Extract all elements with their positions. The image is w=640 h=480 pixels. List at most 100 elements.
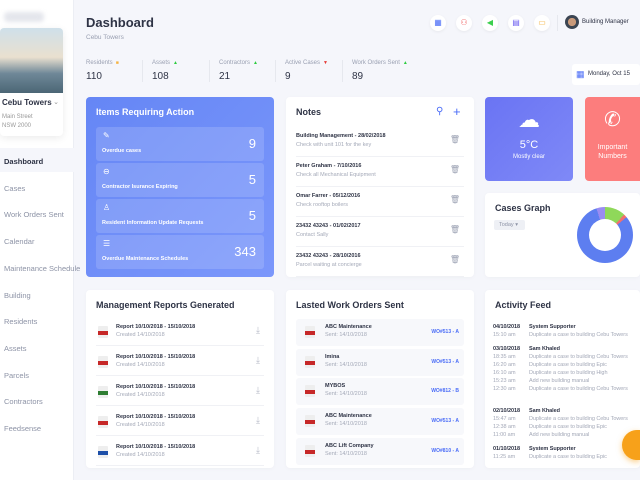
sidebar-item-contractors[interactable]: Contractors — [4, 397, 43, 406]
report-item[interactable]: Report 10/10/2018 - 15/10/2018 Created 14… — [96, 349, 264, 376]
work-order-name: ABC Maintenance — [325, 324, 372, 330]
trash-icon[interactable]: 🗑︎ — [450, 135, 460, 144]
building-name: Cebu Towers — [2, 98, 52, 107]
report-created: Created 14/10/2018 — [116, 392, 165, 398]
building-selector[interactable]: Cebu Towers ⌄ Main Street NSW 2000 — [0, 28, 63, 136]
download-icon[interactable]: ⤓ — [256, 355, 260, 366]
period-dropdown[interactable]: Today ▾ — [494, 220, 525, 230]
work-order-name: MYBOS — [325, 383, 346, 390]
action-item[interactable]: ☰ Overdue Maintenance Schedules 343 — [96, 235, 264, 269]
work-order-name: Imina — [325, 353, 340, 360]
cloud-moon-icon: ☁ — [518, 107, 540, 132]
work-order-item[interactable]: ABC Maintenance Sent: 14/10/2018 WO#513 - … — [296, 319, 464, 346]
note-item[interactable]: 23432 43243 - 28/10/2016 Parcel waiting a… — [296, 247, 464, 277]
stat-value: 89 — [352, 71, 364, 82]
report-created: Created 14/10/2018 — [116, 452, 165, 458]
report-item[interactable]: Report 10/10/2018 - 15/10/2018 Created 14… — [96, 409, 264, 436]
note-item[interactable]: Building Management - 28/02/2018 Check wi… — [296, 127, 464, 157]
sidebar-item-residents[interactable]: Residents — [4, 317, 37, 326]
important-numbers-card[interactable]: ✆ Important Numbers — [585, 97, 640, 181]
add-note-icon[interactable]: + — [453, 104, 461, 119]
work-order-name: ABC Lift Company — [325, 442, 374, 449]
trash-icon[interactable]: 🗑︎ — [450, 165, 460, 174]
report-item[interactable]: Report 10/10/2018 - 15/10/2018 Created 14… — [96, 439, 264, 466]
avatar[interactable] — [565, 15, 579, 29]
sidebar: Cebu Towers ⌄ Main Street NSW 2000 Dashb… — [0, 0, 80, 480]
sidebar-logo — [4, 12, 44, 22]
work-order-item[interactable]: ABC Maintenance Sent: 14/10/2018 WO#513 - … — [296, 408, 464, 436]
action-icon: ✎ — [103, 131, 110, 140]
file-icon — [98, 386, 108, 398]
work-order-code[interactable]: WO#513 - A — [431, 359, 459, 365]
work-order-sent: Sent: 14/10/2018 — [325, 361, 367, 368]
feed-date: 04/10/2018 — [493, 324, 521, 330]
work-order-item[interactable]: MYBOS Sent: 14/10/2018 WO#812 - B — [296, 378, 464, 406]
trend-flat-icon: ■ — [115, 60, 119, 66]
report-item[interactable]: Report 10/10/2018 - 15/10/2018 Created 14… — [96, 379, 264, 406]
inbox-icon[interactable]: ▤ — [508, 15, 524, 31]
note-item[interactable]: Omar Farrer - 05/12/2016 Check rooftop bo… — [296, 187, 464, 217]
action-item[interactable]: ⊖ Contractor Isurance Expiring 5 — [96, 163, 264, 197]
stat-value: 108 — [152, 71, 169, 82]
weather-desc: Mostly clear — [512, 154, 545, 160]
sidebar-item-parcels[interactable]: Parcels — [4, 371, 29, 380]
file-icon — [98, 416, 108, 428]
megaphone-icon[interactable]: ◀ — [482, 15, 498, 31]
feed-time: 12:30 am — [493, 386, 516, 392]
note-title: 23432 43243 - 28/10/2016 — [296, 253, 361, 259]
note-title: Building Management - 28/02/2018 — [296, 133, 386, 139]
feed-time: 16:20 am — [493, 362, 516, 368]
trend-up-icon: ▲ — [253, 60, 258, 66]
monitor-icon[interactable]: ▭ — [534, 15, 550, 31]
action-label: Resident Information Update Requests — [102, 220, 204, 226]
work-order-code[interactable]: WO#812 - B — [431, 388, 459, 394]
sidebar-item-assets[interactable]: Assets — [4, 344, 27, 353]
work-order-sent: Sent: 14/10/2018 — [325, 391, 367, 398]
feed-date: 02/10/2018 — [493, 408, 521, 414]
divider — [275, 60, 276, 82]
work-order-item[interactable]: Imina Sent: 14/10/2018 WO#513 - A — [296, 348, 464, 376]
date-display[interactable]: ▦ Monday, Oct 15 — [572, 64, 640, 85]
report-title: Report 10/10/2018 - 15/10/2018 — [116, 324, 196, 330]
action-item[interactable]: ♙ Resident Information Update Requests 5 — [96, 199, 264, 233]
feed-text: Duplicate a case to building Epic — [529, 362, 607, 368]
work-order-item[interactable]: ABC Lift Company Sent: 14/10/2018 WO#810 -… — [296, 437, 464, 465]
people-icon[interactable]: ⚇ — [456, 15, 472, 31]
trash-icon[interactable]: 🗑︎ — [450, 195, 460, 204]
divider — [342, 60, 343, 82]
search-icon[interactable]: ⚲ — [436, 106, 443, 117]
trash-icon[interactable]: 🗑︎ — [450, 255, 460, 264]
action-item[interactable]: ✎ Overdue cases 9 — [96, 127, 264, 161]
note-item[interactable]: Peter Graham - 7/10/2016 Check all Mechan… — [296, 157, 464, 187]
download-icon[interactable]: ⤓ — [256, 325, 260, 336]
sidebar-item-building[interactable]: Building — [4, 291, 31, 300]
note-item[interactable]: 23432 43243 - 01/02/2017 Contact Sally 🗑︎ — [296, 217, 464, 247]
user-name[interactable]: Building Manager — [582, 19, 629, 25]
sidebar-item-feedsense[interactable]: Feedsense — [4, 424, 41, 433]
work-order-code[interactable]: WO#513 - A — [431, 329, 459, 335]
calculator-icon[interactable]: ▦ — [430, 15, 446, 31]
sidebar-item-dashboard[interactable]: Dashboard — [4, 157, 43, 166]
sidebar-item-work-orders-sent[interactable]: Work Orders Sent — [4, 210, 64, 219]
sidebar-item-cases[interactable]: Cases — [4, 184, 25, 193]
card-title: Cases Graph — [495, 203, 551, 213]
building-address-line2: NSW 2000 — [2, 123, 32, 129]
sidebar-item-calendar[interactable]: Calendar — [4, 237, 34, 246]
download-icon[interactable]: ⤓ — [256, 445, 260, 456]
feed-date: 01/10/2018 — [493, 446, 521, 452]
action-icon: ♙ — [103, 203, 111, 212]
sidebar-item-maintenance-schedule[interactable]: Maintenance Schedule — [4, 264, 80, 273]
report-item[interactable]: Report 10/10/2018 - 15/10/2018 Created 14… — [96, 319, 264, 346]
report-title: Report 10/10/2018 - 15/10/2018 — [116, 444, 196, 450]
trend-up-icon: ▲ — [173, 60, 178, 66]
work-order-code[interactable]: WO#513 - A — [431, 418, 459, 424]
download-icon[interactable]: ⤓ — [256, 415, 260, 426]
work-order-name: ABC Maintenance — [325, 413, 372, 420]
stat-label: Contractors — [219, 60, 251, 66]
stat-value: 110 — [86, 71, 102, 82]
work-order-code[interactable]: WO#810 - A — [431, 448, 459, 454]
chevron-down-icon[interactable]: ⌄ — [53, 98, 59, 106]
trash-icon[interactable]: 🗑︎ — [450, 225, 460, 234]
note-desc: Parcel waiting at concierge — [296, 262, 362, 268]
download-icon[interactable]: ⤓ — [256, 385, 260, 396]
